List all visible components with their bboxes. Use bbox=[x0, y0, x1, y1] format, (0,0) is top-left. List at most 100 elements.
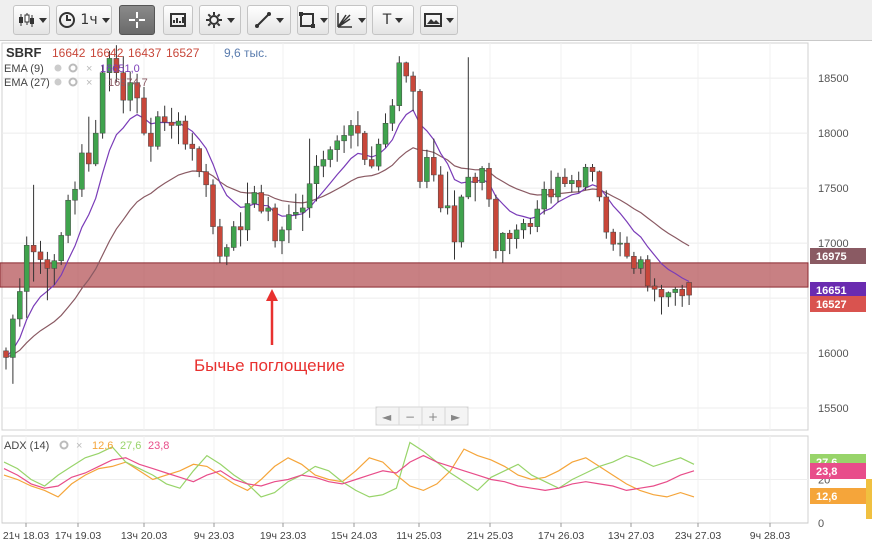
candle-body[interactable] bbox=[44, 259, 51, 269]
crosshair-button[interactable] bbox=[119, 5, 155, 35]
candle-body[interactable] bbox=[541, 188, 547, 210]
candle-body[interactable] bbox=[37, 251, 44, 260]
candle-body[interactable] bbox=[624, 242, 630, 257]
eye-icon[interactable] bbox=[54, 64, 62, 72]
candle-body[interactable] bbox=[251, 192, 258, 204]
candle-body[interactable] bbox=[389, 105, 396, 124]
candle-body[interactable] bbox=[472, 176, 478, 183]
eye-icon[interactable] bbox=[54, 78, 62, 86]
candle-body[interactable] bbox=[493, 198, 499, 252]
candle-body[interactable] bbox=[30, 245, 37, 253]
analysis-tools-button[interactable] bbox=[335, 5, 367, 35]
candle-body[interactable] bbox=[79, 152, 85, 190]
candle-body[interactable] bbox=[279, 229, 285, 242]
candle-body[interactable] bbox=[589, 166, 596, 172]
candle-body[interactable] bbox=[396, 62, 403, 106]
candle-body[interactable] bbox=[293, 212, 299, 215]
candle-body[interactable] bbox=[368, 159, 375, 167]
candle-body[interactable] bbox=[444, 205, 451, 209]
candle-body[interactable] bbox=[51, 260, 58, 269]
candle-body[interactable] bbox=[451, 205, 458, 243]
candle-body[interactable] bbox=[631, 256, 637, 269]
candle-body[interactable] bbox=[23, 245, 30, 292]
candle-body[interactable] bbox=[424, 157, 430, 182]
candle-body[interactable] bbox=[258, 192, 265, 212]
candle-body[interactable] bbox=[500, 232, 506, 252]
remove-icon[interactable]: × bbox=[86, 77, 92, 89]
screenshot-button[interactable] bbox=[420, 5, 458, 35]
candle-body[interactable] bbox=[575, 180, 582, 188]
candle-body[interactable] bbox=[486, 168, 492, 200]
candle-body[interactable] bbox=[72, 188, 78, 201]
candle-body[interactable] bbox=[686, 282, 692, 296]
candle-body[interactable] bbox=[527, 223, 534, 227]
candle-body[interactable] bbox=[410, 75, 416, 92]
candle-body[interactable] bbox=[306, 183, 313, 209]
candle-body[interactable] bbox=[382, 123, 389, 145]
candle-body[interactable] bbox=[65, 199, 71, 236]
remove-icon[interactable]: × bbox=[86, 63, 92, 75]
candle-body[interactable] bbox=[182, 120, 189, 145]
text-tool-button[interactable]: T bbox=[372, 5, 414, 35]
candle-body[interactable] bbox=[651, 285, 658, 290]
candle-body[interactable] bbox=[375, 143, 382, 167]
candle-body[interactable] bbox=[17, 291, 23, 320]
candle-body[interactable] bbox=[286, 214, 292, 231]
candle-body[interactable] bbox=[362, 132, 368, 160]
candle-body[interactable] bbox=[141, 97, 147, 134]
line-tool-button[interactable] bbox=[247, 5, 291, 35]
candle-body[interactable] bbox=[617, 242, 623, 245]
candle-body[interactable] bbox=[582, 166, 589, 188]
candle-body[interactable] bbox=[86, 152, 92, 165]
candle-body[interactable] bbox=[189, 143, 196, 149]
candle-body[interactable] bbox=[610, 231, 616, 245]
candle-body[interactable] bbox=[603, 196, 610, 233]
candle-body[interactable] bbox=[196, 148, 202, 172]
candle-body[interactable] bbox=[534, 208, 541, 227]
candle-body[interactable] bbox=[479, 168, 485, 183]
candle-body[interactable] bbox=[327, 149, 334, 160]
candle-body[interactable] bbox=[437, 174, 444, 209]
candle-body[interactable] bbox=[320, 159, 327, 167]
candle-body[interactable] bbox=[210, 184, 216, 227]
candle-body[interactable] bbox=[161, 116, 168, 123]
candle-body[interactable] bbox=[658, 289, 665, 298]
candle-body[interactable] bbox=[313, 165, 320, 184]
candle-body[interactable] bbox=[548, 188, 554, 198]
candle-body[interactable] bbox=[237, 226, 244, 231]
candle-body[interactable] bbox=[334, 140, 340, 150]
candle-body[interactable] bbox=[644, 259, 651, 287]
candle-body[interactable] bbox=[431, 157, 437, 176]
candle-body[interactable] bbox=[148, 132, 154, 147]
candle-body[interactable] bbox=[672, 289, 679, 293]
candle-body[interactable] bbox=[341, 135, 347, 142]
candle-body[interactable] bbox=[3, 350, 9, 358]
timeframe-button[interactable]: 1ч bbox=[56, 5, 112, 35]
candle-body[interactable] bbox=[99, 72, 106, 134]
candle-body[interactable] bbox=[638, 259, 644, 269]
price-chart[interactable]: 15500160001650017000175001800018500SBRF1… bbox=[0, 41, 872, 544]
candle-body[interactable] bbox=[569, 180, 575, 184]
candle-body[interactable] bbox=[92, 132, 99, 165]
candle-body[interactable] bbox=[265, 207, 271, 212]
candle-body[interactable] bbox=[506, 232, 513, 239]
candle-body[interactable] bbox=[244, 203, 251, 231]
candle-body[interactable] bbox=[217, 226, 223, 257]
candle-body[interactable] bbox=[155, 116, 161, 147]
candle-body[interactable] bbox=[10, 318, 16, 358]
candle-body[interactable] bbox=[458, 196, 465, 243]
remove-icon[interactable]: × bbox=[76, 440, 82, 452]
shapes-button[interactable] bbox=[297, 5, 329, 35]
chart-type-button[interactable] bbox=[13, 5, 50, 35]
candle-body[interactable] bbox=[58, 235, 64, 261]
settings-button[interactable] bbox=[199, 5, 241, 35]
indicators-button[interactable] bbox=[163, 5, 193, 35]
candle-body[interactable] bbox=[175, 120, 182, 126]
candle-body[interactable] bbox=[465, 176, 472, 198]
candle-body[interactable] bbox=[596, 171, 603, 198]
candle-body[interactable] bbox=[665, 292, 672, 298]
candle-body[interactable] bbox=[679, 289, 685, 297]
candle-body[interactable] bbox=[555, 176, 561, 198]
candle-body[interactable] bbox=[417, 91, 423, 182]
candle-body[interactable] bbox=[520, 223, 527, 231]
